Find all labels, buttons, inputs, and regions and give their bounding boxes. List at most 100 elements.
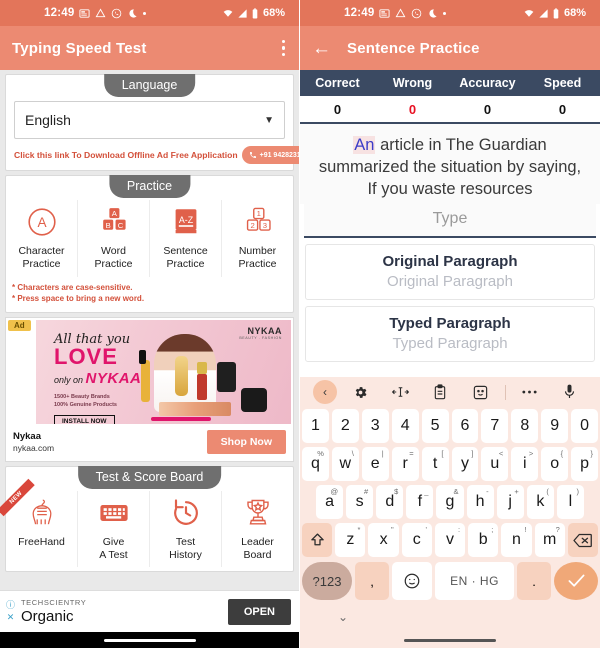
clipboard-icon[interactable] (420, 384, 460, 400)
key-label: c (412, 531, 421, 548)
keyboard-toolbar-back[interactable]: ‹ (310, 380, 340, 404)
keyboard-row-qwerty: % q \ w | e = r [t ] y < u > i {o } p (300, 445, 600, 483)
key-f[interactable]: _ f (406, 485, 434, 519)
key-l[interactable]: ) l (556, 485, 584, 519)
score-item-test-history[interactable]: Test History (150, 490, 222, 568)
bottom-ad-title: Organic (21, 608, 74, 625)
language-select[interactable]: English ▼ (14, 101, 285, 139)
ad-banner-image[interactable]: All that you LOVE only on NYKAA 1500+ Be… (36, 319, 291, 424)
home-indicator[interactable] (404, 638, 496, 642)
info-icon[interactable]: ⓘ (6, 601, 15, 610)
emoji-icon[interactable] (392, 562, 432, 600)
trophy-icon (243, 495, 273, 531)
key-label: 1 (310, 417, 320, 434)
practice-notes: * Characters are case-sensitive. * Press… (6, 277, 293, 310)
sticker-icon[interactable] (461, 385, 501, 400)
space-key[interactable]: EN · HG (435, 562, 514, 600)
shift-icon[interactable] (302, 523, 333, 557)
circle-a-icon: A (26, 204, 58, 240)
key-3[interactable]: 3 (361, 409, 389, 443)
key-k[interactable]: (k (526, 485, 554, 519)
key-8[interactable]: 8 (511, 409, 539, 443)
key-r[interactable]: = r (391, 447, 419, 481)
typed-paragraph-panel[interactable]: Typed Paragraph Typed Paragraph (305, 306, 595, 363)
bottom-ad-bar[interactable]: ⓘ ✕ TECHSCIENTRY Organic OPEN (0, 590, 299, 632)
navigation-bar-right (300, 632, 600, 648)
offline-app-link-row: Click this link To Download Offline Ad F… (14, 146, 299, 164)
key-1[interactable]: 1 (301, 409, 329, 443)
shop-now-button[interactable]: Shop Now (206, 429, 286, 454)
key-6[interactable]: 6 (451, 409, 479, 443)
practice-item-character[interactable]: A Character Practice (6, 200, 78, 277)
kebab-menu-icon[interactable] (280, 36, 288, 61)
home-indicator[interactable] (103, 638, 196, 642)
key-m[interactable]: ? m (534, 523, 565, 557)
virtual-keyboard: ‹ 1 2 3 4 5 6 7 8 9 0 % q \ w | e = r [… (300, 377, 600, 648)
chevron-down-icon[interactable]: ⌄ (338, 610, 348, 624)
dot-icon (443, 11, 447, 15)
key-d[interactable]: $ d (376, 485, 404, 519)
whatsapp-icon (411, 8, 422, 19)
practice-item-number[interactable]: 1 2 3 Number Practice (222, 200, 293, 277)
key-c[interactable]: ' c (401, 523, 432, 557)
key-9[interactable]: 9 (541, 409, 569, 443)
offline-app-link[interactable]: Click this link To Download Offline Ad F… (14, 150, 238, 160)
key-y[interactable]: ] y (451, 447, 479, 481)
key-t[interactable]: [t (421, 447, 449, 481)
typing-input[interactable]: Type (304, 204, 596, 239)
key-label: n (511, 531, 521, 548)
key-7[interactable]: 7 (481, 409, 509, 443)
key-p[interactable]: } p (571, 447, 599, 481)
open-button[interactable]: OPEN (227, 598, 291, 625)
score-item-leader-board[interactable]: Leader Board (222, 491, 293, 568)
chevron-left-icon[interactable]: ‹ (313, 380, 337, 404)
key-n[interactable]: ! n (501, 523, 532, 557)
key-g[interactable]: & g (436, 485, 464, 519)
back-arrow-icon[interactable]: ← (312, 39, 331, 58)
key-x[interactable]: " x (368, 523, 399, 557)
key-b[interactable]: ; b (468, 523, 499, 557)
key-j[interactable]: + j (496, 485, 524, 519)
home-content: Language English ▼ Click this link To Do… (0, 70, 299, 648)
ad-install-button[interactable]: INSTALL NOW (54, 415, 115, 424)
key-2[interactable]: 2 (331, 409, 359, 443)
key-w[interactable]: \ w (331, 447, 359, 481)
score-item-give-a-test[interactable]: Give A Test (78, 490, 150, 568)
text-cursor-icon[interactable] (380, 385, 420, 399)
key-e[interactable]: | e (361, 447, 389, 481)
phone-button[interactable]: +91 9428231065 (241, 146, 299, 164)
key-s[interactable]: # s (346, 485, 374, 519)
key-z[interactable]: * z (335, 523, 366, 557)
key-sup: | (381, 449, 384, 458)
score-item-freehand[interactable]: NEW FreeHand (0, 478, 78, 568)
key-0[interactable]: 0 (571, 409, 599, 443)
key-u[interactable]: < u (481, 447, 509, 481)
advertisement-card[interactable]: Ad All that you LOVE only on NYKAA 1500+… (5, 316, 294, 462)
app-bar-right: ← Sentence Practice (300, 26, 600, 70)
comma-key[interactable]: , (355, 562, 389, 600)
key-i[interactable]: > i (511, 447, 539, 481)
key-label: s (355, 493, 364, 510)
key-o[interactable]: {o (541, 447, 569, 481)
original-paragraph-title: Original Paragraph (382, 253, 518, 271)
key-v[interactable]: :v (434, 523, 466, 557)
checkmark-icon[interactable] (554, 562, 598, 600)
original-paragraph-panel[interactable]: Original Paragraph Original Paragraph (305, 244, 595, 301)
key-label: 5 (430, 417, 440, 434)
backspace-icon[interactable] (567, 523, 598, 557)
microphone-icon[interactable] (550, 384, 590, 400)
battery-percent: 68% (262, 7, 285, 19)
gear-icon[interactable] (340, 385, 380, 400)
symbols-key[interactable]: ?123 (302, 562, 352, 600)
practice-item-sentence[interactable]: A-Z Sentence Practice (150, 200, 222, 277)
practice-item-word[interactable]: A B C Word Practice (78, 200, 150, 277)
key-4[interactable]: 4 (391, 409, 419, 443)
more-icon[interactable] (510, 389, 550, 395)
key-h[interactable]: -h (466, 485, 494, 519)
period-key[interactable]: . (517, 562, 551, 600)
stats-value-correct: 0 (333, 101, 342, 117)
key-q[interactable]: % q (301, 447, 329, 481)
key-5[interactable]: 5 (421, 409, 449, 443)
key-a[interactable]: @ a (316, 485, 344, 519)
close-icon[interactable]: ✕ (7, 613, 15, 622)
